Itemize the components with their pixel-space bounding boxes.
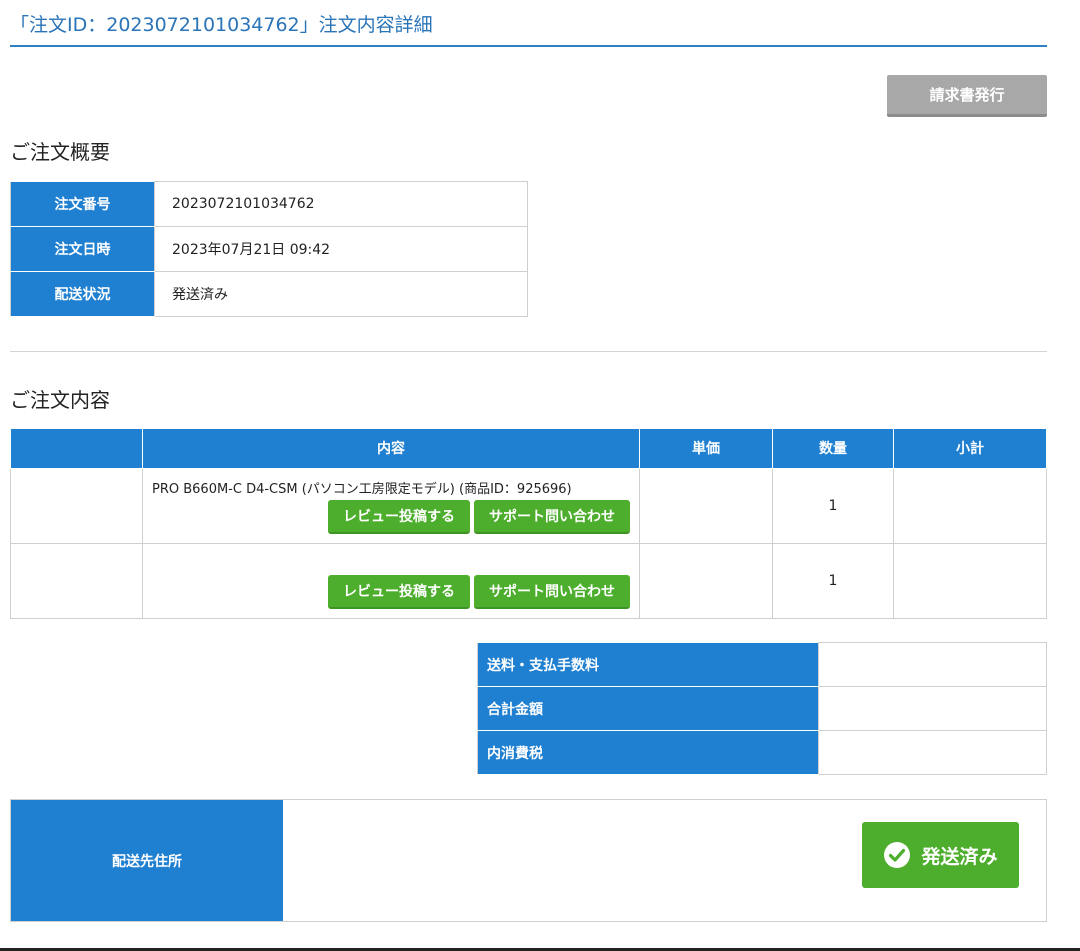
item-subtotal: [893, 542, 1047, 619]
summary-row-shipping-status: 配送状況 発送済み: [10, 271, 528, 317]
item-actions: レビュー投稿する サポート問い合わせ: [328, 574, 630, 609]
page-title: 「注文ID：2023072101034762」注文内容詳細: [10, 10, 1047, 47]
order-items-heading: ご注文内容: [10, 388, 110, 412]
totals-row-total: 合計金額: [477, 686, 1047, 731]
item-unit-price: [639, 542, 773, 619]
order-totals-table: 送料・支払手数料 合計金額 内消費税: [477, 642, 1047, 775]
totals-label: 内消費税: [477, 730, 819, 775]
item-content-cell: レビュー投稿する サポート問い合わせ: [142, 542, 640, 619]
order-detail-page: 「注文ID：2023072101034762」注文内容詳細 請求書発行 ご注文概…: [0, 0, 1080, 951]
post-review-button[interactable]: レビュー投稿する: [328, 574, 470, 609]
section-divider: [10, 351, 1047, 352]
item-unit-price: [639, 467, 773, 544]
support-inquiry-button[interactable]: サポート問い合わせ: [474, 574, 630, 609]
totals-value: [818, 730, 1047, 775]
summary-value: 2023072101034762: [154, 181, 528, 227]
order-items-table: 内容 単価 数量 小計 PRO B660M-C D4-CSM (パソコン工房限定…: [10, 429, 1047, 619]
summary-label: 配送状況: [10, 271, 155, 317]
items-header-row: 内容 単価 数量 小計: [10, 429, 1047, 469]
check-circle-icon: [884, 842, 911, 868]
issue-invoice-button[interactable]: 請求書発行: [887, 75, 1047, 117]
summary-value: 発送済み: [154, 271, 528, 317]
column-header-content: 内容: [142, 429, 640, 469]
order-summary-heading: ご注文概要: [10, 140, 110, 164]
summary-row-order-date: 注文日時 2023年07月21日 09:42: [10, 226, 528, 272]
totals-value: [818, 686, 1047, 731]
item-quantity: 1: [772, 467, 894, 544]
item-subtotal: [893, 467, 1047, 544]
item-actions: レビュー投稿する サポート問い合わせ: [328, 499, 630, 534]
page-title-text: 「注文ID：2023072101034762」注文内容詳細: [10, 14, 433, 36]
summary-value: 2023年07月21日 09:42: [154, 226, 528, 272]
item-image-cell: [10, 467, 143, 544]
summary-label: 注文番号: [10, 181, 155, 227]
column-header-subtotal: 小計: [893, 429, 1047, 469]
totals-label: 合計金額: [477, 686, 819, 731]
totals-label: 送料・支払手数料: [477, 642, 819, 687]
totals-value: [818, 642, 1047, 687]
shipped-status-text: 発送済み: [921, 845, 998, 868]
totals-row-tax: 内消費税: [477, 730, 1047, 775]
product-name: PRO B660M-C D4-CSM (パソコン工房限定モデル) (商品ID：9…: [152, 481, 572, 497]
summary-row-order-number: 注文番号 2023072101034762: [10, 181, 528, 227]
support-inquiry-button[interactable]: サポート問い合わせ: [474, 499, 630, 534]
table-row: PRO B660M-C D4-CSM (パソコン工房限定モデル) (商品ID：9…: [10, 467, 1047, 544]
item-image-cell: [10, 542, 143, 619]
shipped-status-badge: 発送済み: [862, 822, 1019, 888]
item-content-cell: PRO B660M-C D4-CSM (パソコン工房限定モデル) (商品ID：9…: [142, 467, 640, 544]
totals-row-shipping-fee: 送料・支払手数料: [477, 642, 1047, 687]
column-header-quantity: 数量: [772, 429, 894, 469]
table-row: レビュー投稿する サポート問い合わせ 1: [10, 542, 1047, 619]
column-header-unit-price: 単価: [639, 429, 773, 469]
summary-label: 注文日時: [10, 226, 155, 272]
shipping-address-section: 配送先住所 発送済み: [10, 799, 1047, 922]
item-quantity: 1: [772, 542, 894, 619]
shipping-address-label: 配送先住所: [11, 800, 283, 921]
product-name: [152, 556, 631, 573]
post-review-button[interactable]: レビュー投稿する: [328, 499, 470, 534]
column-header-image: [10, 429, 143, 469]
order-summary-table: 注文番号 2023072101034762 注文日時 2023年07月21日 0…: [10, 181, 528, 317]
